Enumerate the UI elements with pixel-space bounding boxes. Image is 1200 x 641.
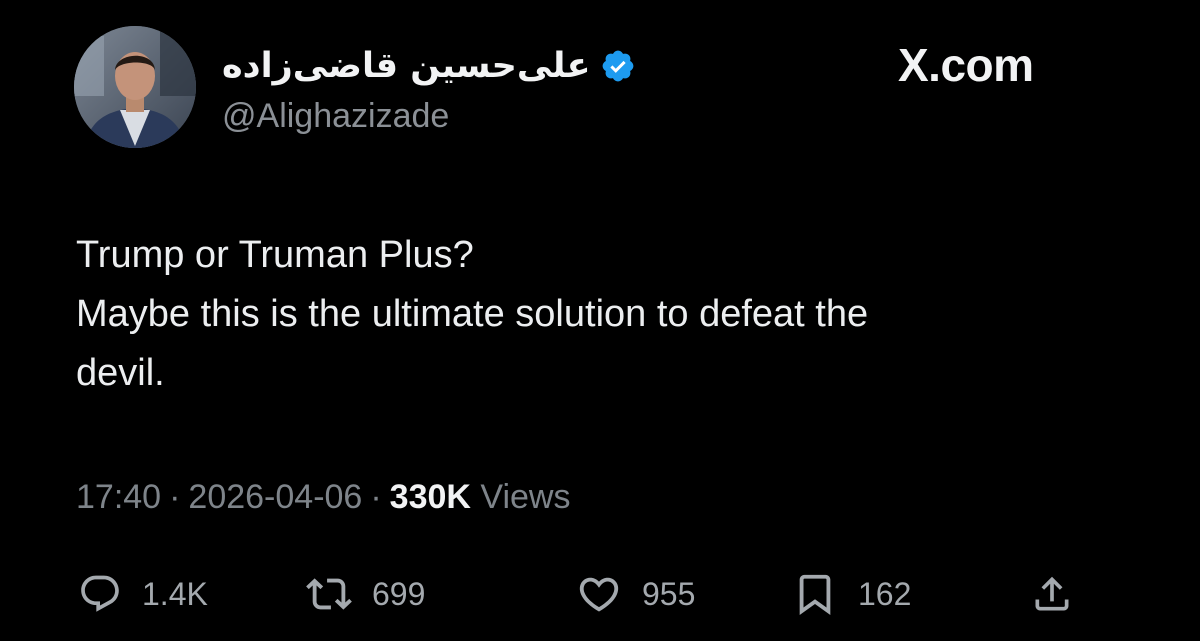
action-bar: 1.4K 699 955 162 bbox=[0, 564, 1200, 624]
tweet-text-line: Trump or Truman Plus? bbox=[76, 234, 474, 276]
bookmark-button[interactable]: 162 bbox=[792, 564, 911, 624]
author-handle[interactable]: @Alighazizade bbox=[222, 97, 449, 136]
bookmark-icon bbox=[792, 571, 838, 617]
meta-separator: · bbox=[370, 478, 382, 516]
x-brand-logo: X.com bbox=[898, 39, 1034, 91]
tweet-text: Trump or Truman Plus? Maybe this is the … bbox=[76, 226, 1136, 403]
tweet-date[interactable]: 2026-04-06 bbox=[188, 478, 362, 516]
reply-button[interactable]: 1.4K bbox=[78, 564, 208, 624]
repost-count: 699 bbox=[372, 575, 426, 612]
author-name-row: علی‌حسین قاضی‌زاده bbox=[222, 40, 636, 92]
like-count: 955 bbox=[642, 575, 696, 612]
verified-badge-icon bbox=[600, 48, 636, 84]
share-button[interactable] bbox=[1030, 564, 1074, 624]
views-count: 330K bbox=[389, 478, 471, 516]
tweet-time[interactable]: 17:40 bbox=[76, 478, 161, 516]
tweet-text-line: Maybe this is the ultimate solution to d… bbox=[76, 293, 869, 335]
avatar-photo bbox=[74, 26, 196, 148]
views-label: Views bbox=[480, 478, 571, 516]
tweet-text-line: devil. bbox=[76, 352, 165, 394]
repost-button[interactable]: 699 bbox=[306, 564, 425, 624]
reply-count: 1.4K bbox=[142, 575, 208, 612]
heart-icon bbox=[576, 571, 622, 617]
like-button[interactable]: 955 bbox=[576, 564, 695, 624]
author-display-name[interactable]: علی‌حسین قاضی‌زاده bbox=[222, 46, 590, 86]
reply-icon bbox=[78, 572, 122, 616]
tweet-meta: 17:40 · 2026-04-06 · 330K Views bbox=[76, 478, 571, 517]
share-icon bbox=[1030, 572, 1074, 616]
avatar[interactable] bbox=[74, 26, 196, 148]
bookmark-count: 162 bbox=[858, 575, 912, 612]
repost-icon bbox=[306, 571, 352, 617]
meta-separator: · bbox=[169, 478, 181, 516]
tweet-card: علی‌حسین قاضی‌زاده @Alighazizade X.com T… bbox=[0, 0, 1200, 641]
